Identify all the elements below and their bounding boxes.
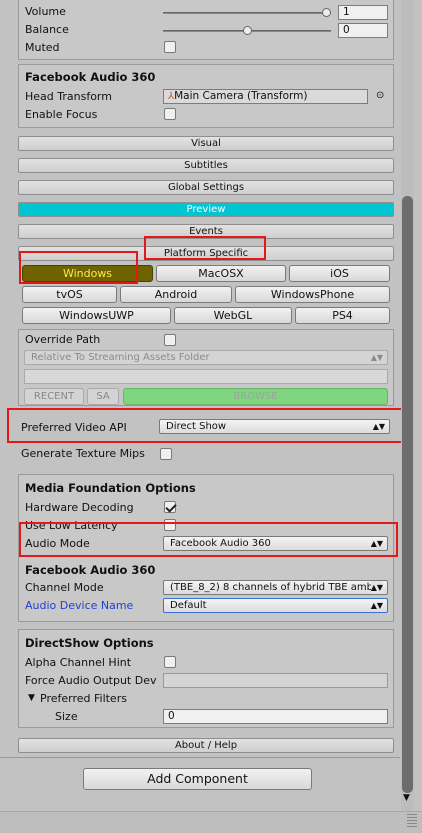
balance-input[interactable]: 0 [338,23,388,38]
dropdown-arrow-icon: ▲▼ [370,353,383,362]
footer-bar [0,811,422,833]
platform-ps4-button[interactable]: PS4 [295,307,390,324]
platform-windowsphone-button[interactable]: WindowsPhone [235,286,390,303]
browse-button[interactable]: BROWSE [123,388,388,405]
generate-texture-mips-label: Generate Texture Mips [21,447,145,460]
scroll-down-arrow-icon[interactable]: ▼ [403,793,410,803]
sa-button[interactable]: SA [87,388,119,405]
scrollbar-thumb[interactable] [402,196,413,793]
size-label: Size [55,710,78,723]
balance-slider-thumb[interactable] [242,26,252,35]
section-about-help[interactable]: About / Help [18,738,394,753]
hardware-decoding-label: Hardware Decoding [25,501,134,514]
platform-webgl-button[interactable]: WebGL [174,307,292,324]
alpha-channel-hint-label: Alpha Channel Hint [25,656,132,669]
head-transform-field[interactable]: ⅄Main Camera (Transform) [163,89,368,104]
enable-focus-checkbox[interactable] [164,108,176,120]
muted-checkbox[interactable] [164,41,176,53]
object-picker-icon[interactable]: ⊙ [376,90,384,101]
volume-slider[interactable] [163,12,331,14]
platform-android-button[interactable]: Android [120,286,232,303]
hardware-decoding-checkbox[interactable] [164,501,176,513]
separator-line [0,757,400,758]
volume-slider-thumb[interactable] [322,8,331,17]
channel-mode-dropdown[interactable]: (TBE_8_2) 8 channels of hybrid TBE amb ▲▼ [163,580,388,595]
volume-label: Volume [25,5,66,18]
fb360-top-title: Facebook Audio 360 [25,70,156,84]
path-input[interactable] [24,369,388,384]
platform-windowsuwp-button[interactable]: WindowsUWP [22,307,171,324]
muted-label: Muted [25,41,60,54]
force-audio-output-label: Force Audio Output Dev [25,674,157,687]
size-input[interactable]: 0 [163,709,388,724]
alpha-channel-hint-checkbox[interactable] [164,656,176,668]
resize-grip-icon [407,814,417,828]
preferred-filters-label[interactable]: Preferred Filters [40,692,127,705]
platform-ios-button[interactable]: iOS [289,265,390,282]
generate-texture-mips-checkbox[interactable] [160,448,172,460]
media-foundation-title: Media Foundation Options [25,481,196,495]
section-subtitles[interactable]: Subtitles [18,158,394,173]
path-location-dropdown[interactable]: Relative To Streaming Assets Folder ▲▼ [24,350,388,365]
highlight-platform-specific [144,236,266,260]
override-path-checkbox[interactable] [164,334,176,346]
channel-mode-label: Channel Mode [25,581,104,594]
section-visual[interactable]: Visual [18,136,394,151]
directshow-title: DirectShow Options [25,636,154,650]
dropdown-arrow-icon: ▲▼ [370,581,383,594]
platform-tvos-button[interactable]: tvOS [22,286,117,303]
override-path-label: Override Path [25,333,101,346]
audio-device-name-dropdown[interactable]: Default ▲▼ [163,598,388,613]
highlight-video-api [7,408,403,443]
section-preview[interactable]: Preview [18,202,394,217]
add-component-button[interactable]: Add Component [83,768,312,790]
highlight-audio-mode [19,522,398,557]
fb360-bottom-title: Facebook Audio 360 [25,563,156,577]
enable-focus-label: Enable Focus [25,108,98,121]
balance-label: Balance [25,23,69,36]
head-transform-label: Head Transform [25,90,112,103]
platform-macosx-button[interactable]: MacOSX [156,265,286,282]
section-global-settings[interactable]: Global Settings [18,180,394,195]
highlight-windows [19,251,138,284]
volume-input[interactable]: 1 [338,5,388,20]
force-audio-output-input[interactable] [163,673,388,688]
audio-device-name-label: Audio Device Name [25,599,134,612]
recent-button[interactable]: RECENT [24,388,84,405]
foldout-expanded-icon[interactable]: ▼ [28,693,35,703]
dropdown-arrow-icon: ▲▼ [370,601,383,610]
